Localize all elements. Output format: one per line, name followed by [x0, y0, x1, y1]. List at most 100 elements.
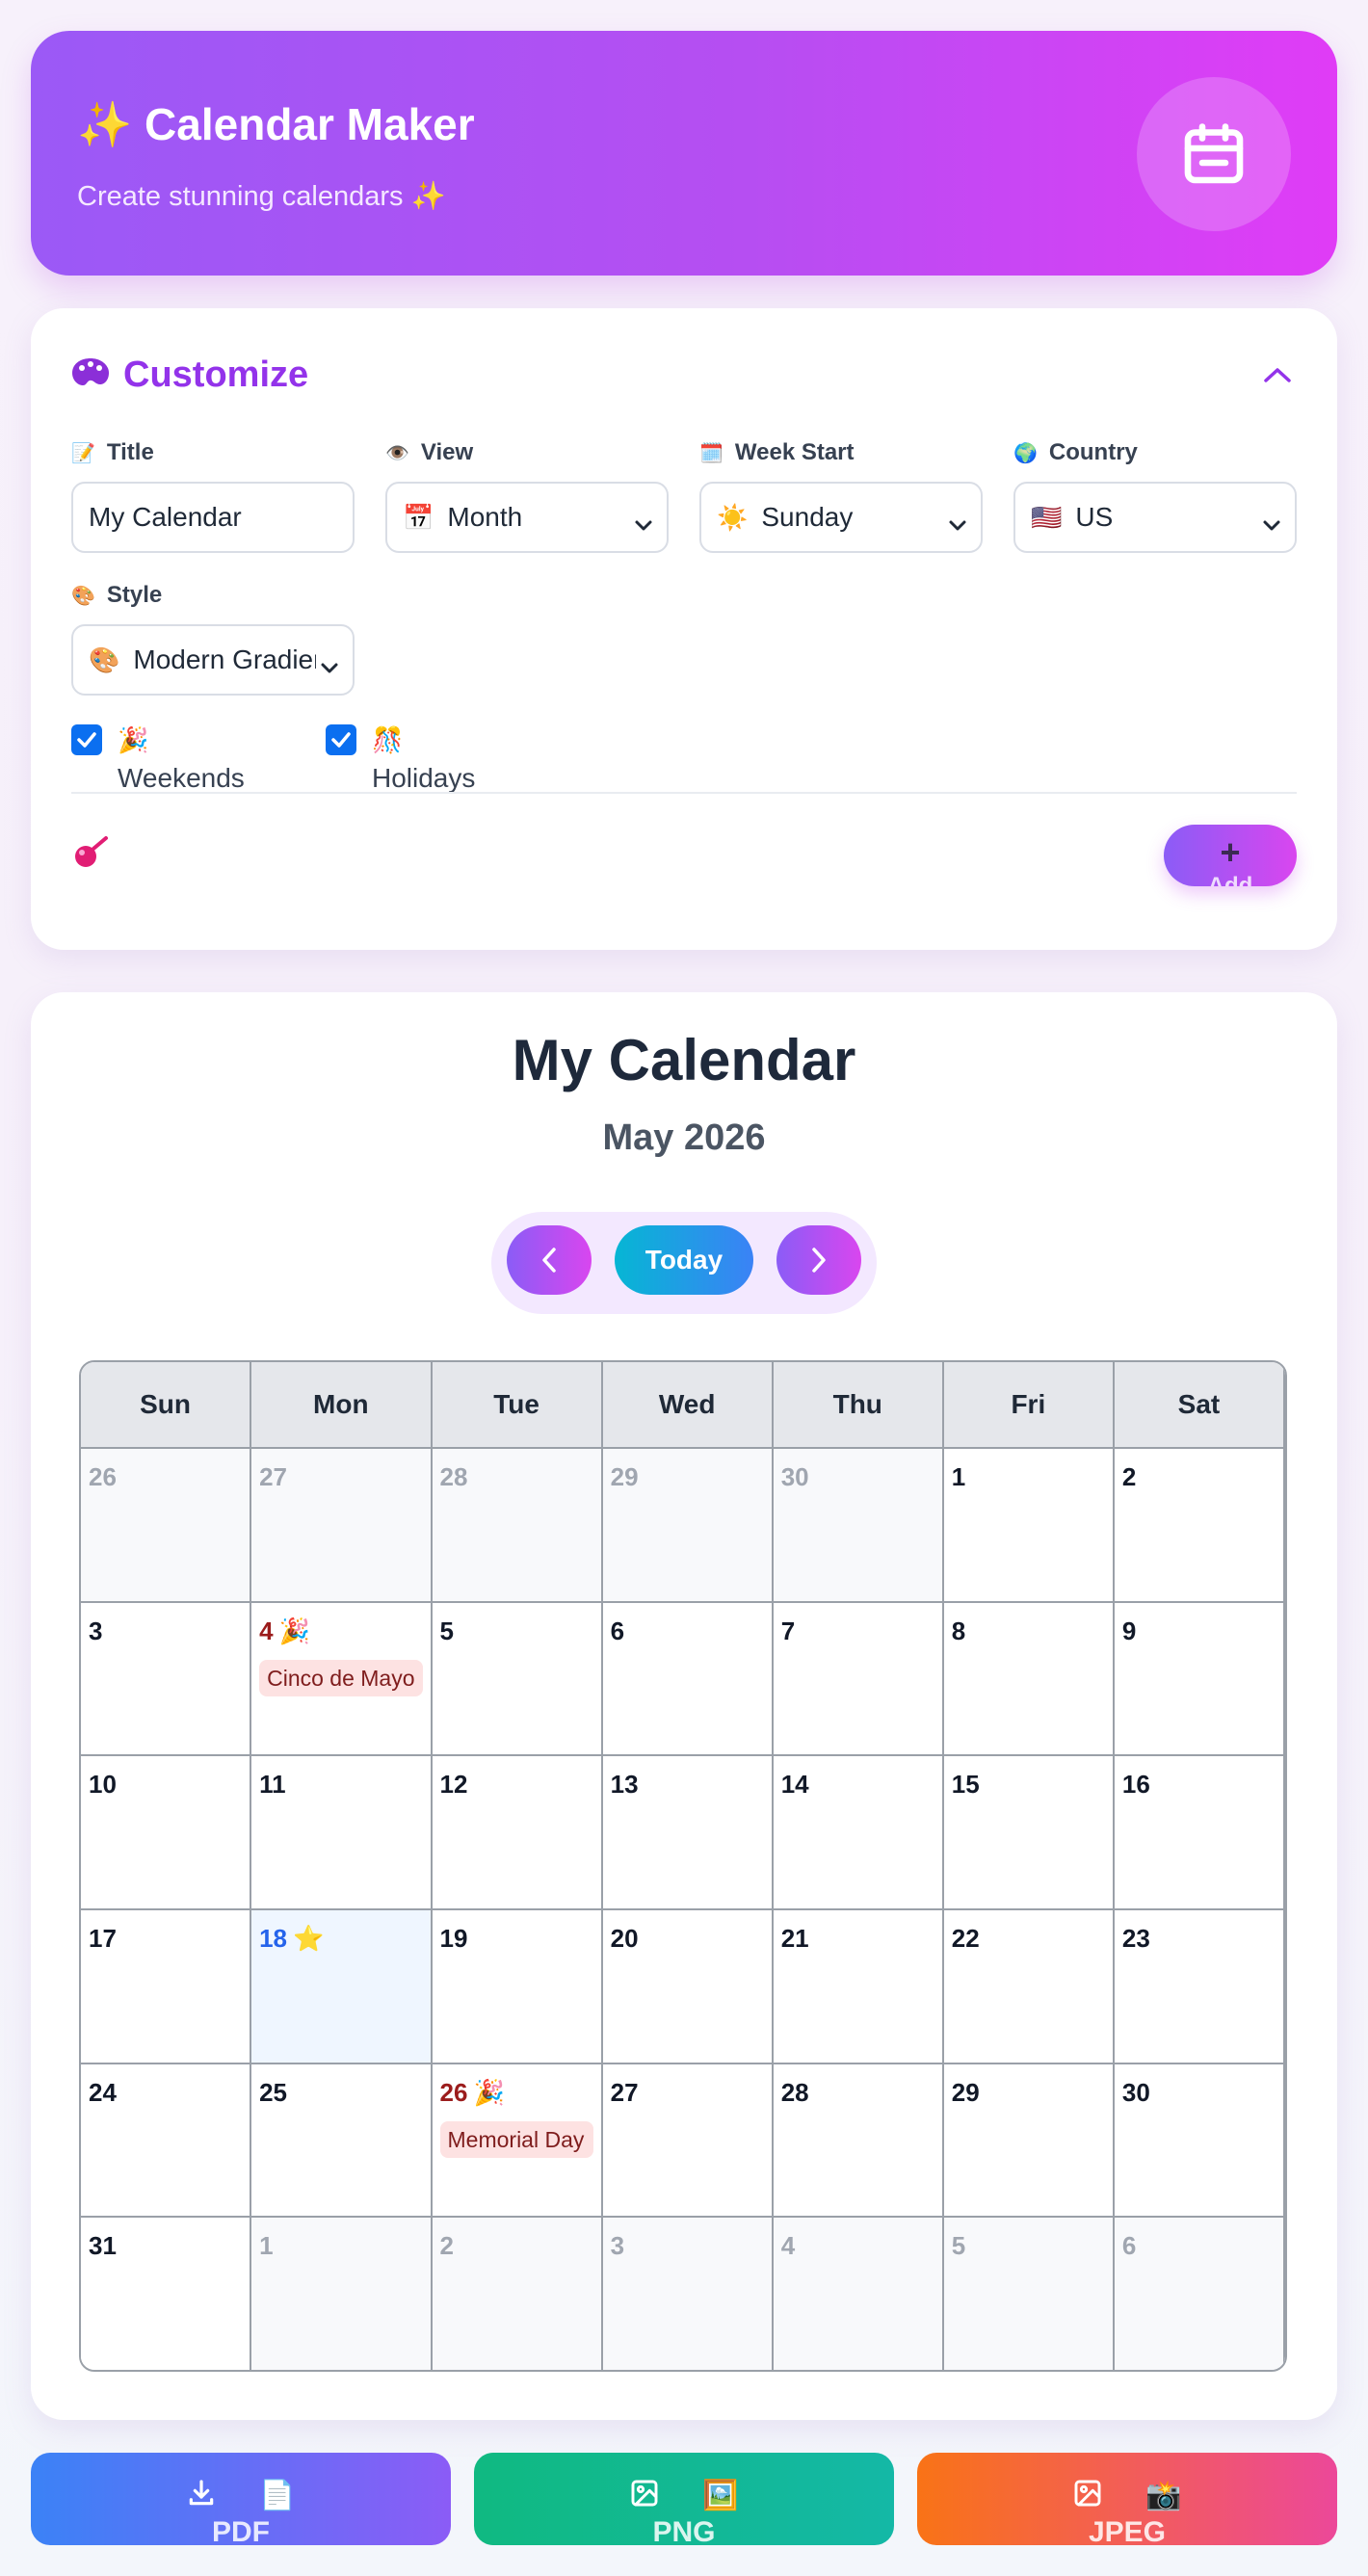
day-cell[interactable]: 9 — [1114, 1600, 1285, 1755]
day-number: 2 — [440, 2231, 454, 2261]
day-cell-other-month[interactable]: 30 — [773, 1447, 944, 1601]
day-cell[interactable]: 5 — [432, 1600, 603, 1755]
day-cell[interactable]: 28 — [773, 2062, 944, 2217]
today-button[interactable]: Today — [615, 1225, 753, 1295]
holidays-checkbox[interactable] — [326, 724, 356, 755]
day-cell[interactable]: 4 🎉 Cinco de Mayo — [251, 1600, 433, 1755]
day-number: 6 — [1122, 2231, 1136, 2261]
country-select[interactable]: 🇺🇸 US — [1013, 482, 1297, 553]
holiday-event[interactable]: Cinco de Mayo — [259, 1659, 423, 1696]
day-cell-other-month[interactable]: 28 — [432, 1447, 603, 1601]
day-cell-other-month[interactable]: 1 — [251, 2216, 433, 2370]
day-cell[interactable]: 24 — [81, 2062, 252, 2217]
day-number: 8 — [952, 1617, 965, 1646]
day-number: 24 — [89, 2078, 117, 2108]
day-cell[interactable]: 11 — [251, 1754, 433, 1908]
day-cell[interactable]: 31 — [81, 2216, 252, 2370]
holidays-label: Holidays — [372, 763, 476, 793]
day-cell[interactable]: 22 — [943, 1908, 1115, 2063]
day-number: 5 — [440, 1617, 454, 1646]
day-cell-other-month[interactable]: 29 — [602, 1447, 774, 1601]
day-cell-today[interactable]: 18 ⭐ — [251, 1908, 433, 2063]
style-field: 🎨 Style 🎨 Modern Gradient — [71, 580, 355, 696]
day-cell[interactable]: 13 — [602, 1754, 774, 1908]
day-number-text: 20 — [610, 1924, 639, 1953]
day-cell[interactable]: 2 — [1114, 1447, 1285, 1601]
us-flag-icon: 🇺🇸 — [1031, 502, 1063, 532]
day-number-text: 6 — [610, 1616, 625, 1645]
day-cell[interactable]: 23 — [1114, 1908, 1285, 2063]
next-month-button[interactable] — [776, 1225, 861, 1295]
export-png-label: PNG — [652, 2516, 716, 2545]
add-event-button[interactable]: + Add — [1164, 825, 1297, 886]
day-number-text: 27 — [259, 1462, 288, 1491]
calendar-badge-icon — [1137, 77, 1291, 231]
day-cell[interactable]: 17 — [81, 1908, 252, 2063]
day-cell[interactable]: 27 — [602, 2062, 774, 2217]
day-cell-other-month[interactable]: 2 — [432, 2216, 603, 2370]
day-cell[interactable]: 26 🎉 Memorial Day — [432, 2062, 603, 2217]
week-start-field: 🗓️ Week Start ☀️ Sunday — [699, 437, 983, 553]
day-cell[interactable]: 10 — [81, 1754, 252, 1908]
weekends-checkbox[interactable] — [71, 724, 102, 755]
day-cell[interactable]: 14 — [773, 1754, 944, 1908]
title-input[interactable] — [89, 502, 337, 533]
day-number-text: 29 — [951, 2077, 980, 2107]
day-cell[interactable]: 6 — [602, 1600, 774, 1755]
day-cell[interactable]: 25 — [251, 2062, 433, 2217]
day-cell-other-month[interactable]: 6 — [1114, 2216, 1285, 2370]
day-cell-other-month[interactable]: 26 — [81, 1447, 252, 1601]
previous-month-button[interactable] — [507, 1225, 592, 1295]
day-number-text: 2 — [1121, 1462, 1137, 1491]
week-start-select[interactable]: ☀️ Sunday — [699, 482, 983, 553]
day-cell[interactable]: 3 — [81, 1600, 252, 1755]
day-number-text: 11 — [259, 1770, 286, 1800]
style-select[interactable]: 🎨 Modern Gradient — [71, 624, 355, 696]
day-cell-other-month[interactable]: 27 — [251, 1447, 433, 1601]
title-input-box[interactable] — [71, 482, 355, 553]
export-jpeg-label: JPEG — [1088, 2516, 1167, 2545]
export-pdf-button[interactable]: 📄 PDF — [31, 2453, 451, 2545]
view-select[interactable]: 📅 Month — [385, 482, 669, 553]
day-cell[interactable]: 16 — [1114, 1754, 1285, 1908]
day-number: 2 — [1122, 1462, 1136, 1492]
day-cell-other-month[interactable]: 4 — [773, 2216, 944, 2370]
day-number: 3 — [611, 2231, 624, 2261]
download-icon — [186, 2478, 217, 2513]
day-number-text: 17 — [89, 1924, 117, 1953]
style-value: Modern Gradient — [133, 644, 336, 674]
day-cell[interactable]: 30 — [1114, 2062, 1285, 2217]
day-cell[interactable]: 15 — [943, 1754, 1115, 1908]
day-number: 28 — [781, 2078, 809, 2108]
day-number-text: 30 — [1121, 2077, 1150, 2107]
day-cell[interactable]: 19 — [432, 1908, 603, 2063]
day-cell[interactable]: 8 — [943, 1600, 1115, 1755]
day-cell[interactable]: 21 — [773, 1908, 944, 2063]
day-cell-other-month[interactable]: 3 — [602, 2216, 774, 2370]
day-cell-other-month[interactable]: 5 — [943, 2216, 1115, 2370]
plus-icon: + — [1220, 832, 1241, 872]
view-value: Month — [447, 502, 523, 532]
holiday-event[interactable]: Memorial Day — [439, 2120, 593, 2158]
collapse-chevron-up-icon[interactable] — [1258, 355, 1297, 394]
palette-emoji-icon: 🎨 — [89, 644, 120, 674]
holidays-toggle[interactable]: 🎊 Holidays — [326, 721, 475, 798]
party-popper-icon: 🎉 — [118, 725, 149, 754]
export-jpeg-button[interactable]: 📸 JPEG — [917, 2453, 1337, 2545]
day-number: 6 — [611, 1617, 624, 1646]
day-cell[interactable]: 7 — [773, 1600, 944, 1755]
customize-header[interactable]: Customize — [71, 349, 1297, 401]
day-number: 10 — [89, 1770, 117, 1800]
chevron-down-icon — [630, 509, 653, 539]
day-cell[interactable]: 1 — [943, 1447, 1115, 1601]
day-cell[interactable]: 20 — [602, 1908, 774, 2063]
export-png-button[interactable]: 🖼️ PNG — [474, 2453, 894, 2545]
day-number-text: 26 — [89, 1462, 117, 1491]
week-start-value: Sunday — [761, 502, 854, 532]
weekends-toggle[interactable]: 🎉 Weekends — [71, 721, 245, 798]
day-number-text: 18 — [259, 1924, 288, 1953]
day-number-text: 10 — [89, 1770, 117, 1800]
day-cell[interactable]: 12 — [432, 1754, 603, 1908]
day-cell[interactable]: 29 — [943, 2062, 1115, 2217]
day-number-text: 12 — [439, 1770, 468, 1800]
